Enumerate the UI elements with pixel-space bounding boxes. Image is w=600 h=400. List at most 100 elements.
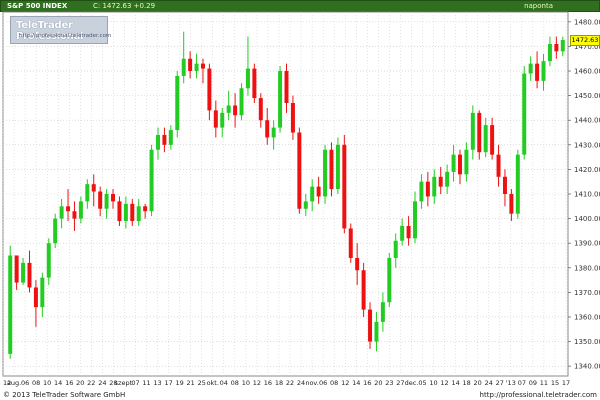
candle-up (310, 186, 315, 202)
candle-down (91, 184, 96, 192)
x-tick-label: 20 (76, 379, 84, 387)
y-tick-label: 1360.00 (574, 313, 600, 321)
candle-up (470, 112, 475, 150)
candle-down (438, 176, 443, 187)
x-tick-label: 08 (330, 379, 338, 387)
y-tick-label: 1350.00 (574, 338, 600, 346)
candle-down (348, 228, 353, 258)
candle-down (355, 257, 360, 271)
candle-up (46, 243, 51, 278)
candle-up (400, 225, 405, 241)
copyright-text: © 2013 TeleTrader Software GmbH (3, 391, 126, 399)
x-tick-label: 07 (131, 379, 139, 387)
candle-down (111, 194, 116, 202)
x-tick-label: 17 (562, 379, 570, 387)
y-tick-label: 1430.00 (574, 141, 600, 149)
x-tick-label: okt. (207, 379, 219, 387)
candle-up (515, 154, 520, 214)
logo-url: http://professional.teletrader.com (19, 33, 112, 39)
candle-up (387, 257, 392, 303)
candle-down (117, 201, 122, 222)
candle-down (290, 103, 295, 133)
y-tick-label: 1410.00 (574, 191, 600, 199)
x-tick-label: 18 (463, 379, 471, 387)
y-tick-label: 1390.00 (574, 240, 600, 248)
candle-up (53, 218, 58, 244)
candle-down (509, 194, 514, 214)
x-tick-label: 16 (363, 379, 371, 387)
candle-down (502, 176, 507, 194)
x-tick-label: 10 (242, 379, 250, 387)
x-tick-label: 22 (87, 379, 95, 387)
candle-up (528, 63, 533, 74)
candle-down (66, 206, 71, 212)
candle-up (432, 176, 437, 197)
candle-up (104, 194, 109, 209)
candle-down (265, 120, 270, 138)
candle-down (425, 181, 430, 197)
x-tick-label: 11 (142, 379, 150, 387)
y-tick-label: 1460.00 (574, 68, 600, 76)
candle-up (40, 277, 45, 308)
candle-down (361, 270, 366, 310)
candle-up (271, 127, 276, 138)
chart-window: S&P 500 INDEX C: 1472.63 +0.29 naponta 1… (0, 0, 600, 400)
candle-down (200, 63, 205, 69)
candle-down (14, 255, 19, 283)
candle-up (85, 184, 90, 202)
candle-down (188, 58, 193, 72)
x-tick-label: 10 (43, 379, 51, 387)
candle-down (143, 206, 148, 212)
x-tick-label: 25 (198, 379, 206, 387)
x-tick-label: 09 (529, 379, 537, 387)
candle-up (175, 75, 180, 131)
candle-up (451, 154, 456, 172)
candle-down (162, 134, 167, 145)
x-tick-label: 08 (231, 379, 239, 387)
x-tick-label: 24 (485, 379, 493, 387)
y-tick-label: 1370.00 (574, 289, 600, 297)
candle-up (522, 73, 527, 155)
candle-up (245, 68, 250, 89)
x-tick-label: 06 (319, 379, 327, 387)
x-tick-label: 27 (496, 379, 504, 387)
candle-down (130, 203, 135, 222)
x-tick-label: 12 (341, 379, 349, 387)
candle-up (220, 112, 225, 128)
candle-down (284, 71, 289, 103)
candle-down (496, 154, 501, 177)
candle-down (329, 149, 334, 190)
candle-up (483, 125, 488, 153)
site-link[interactable]: http://professional.teletrader.com (480, 390, 597, 400)
x-tick-label: 13 (153, 379, 161, 387)
y-tick-label: 1400.00 (574, 215, 600, 223)
chart-footer: © 2013 TeleTrader Software GmbH http://p… (0, 390, 600, 400)
candle-up (136, 206, 141, 222)
candle-down (535, 63, 540, 81)
candle-up (149, 149, 154, 212)
price-chart[interactable]: 1340.00 1350.00 1360.00 1370.00 1380.00 1390.… (0, 10, 600, 390)
candle-down (368, 309, 373, 342)
x-tick-label: 27 (396, 379, 404, 387)
candle-down (98, 191, 103, 209)
candle-up (303, 201, 308, 209)
candle-down (252, 68, 257, 99)
candle-down (342, 144, 347, 229)
candle-down (33, 287, 38, 308)
candle-down (72, 211, 77, 219)
y-axis: 1340.00 1350.00 1360.00 1370.00 1380.00 1390.… (568, 18, 600, 371)
candle-down (297, 132, 302, 209)
candle-up (168, 130, 173, 145)
x-tick-label: 08 (32, 379, 40, 387)
x-tick-label: 17 (164, 379, 172, 387)
x-tick-label: 14 (352, 379, 360, 387)
candle-up (374, 321, 379, 342)
candle-down (490, 125, 495, 155)
x-tick-label: 19 (175, 379, 183, 387)
x-tick-label: 21 (187, 379, 195, 387)
candle-up (335, 144, 340, 190)
candle-up (541, 61, 546, 81)
candle-up (194, 63, 199, 72)
candle-down (554, 43, 559, 52)
x-tick-label: 05 (418, 379, 426, 387)
